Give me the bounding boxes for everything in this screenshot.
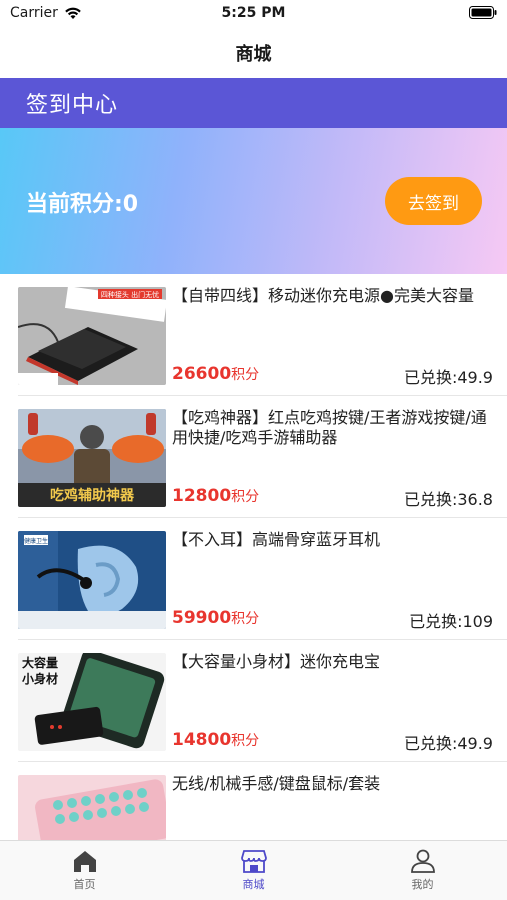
tab-store[interactable]: 商城 [169,841,338,900]
redeemed-count: 已兑换:109 [409,612,493,631]
points-value: 12800 [172,486,232,506]
points-value: 26600 [172,364,232,384]
points-value: 14800 [172,730,232,750]
checkin-button[interactable]: 去签到 [385,177,482,225]
points-banner: 当前积分:0 去签到 [0,128,507,274]
mini-power-bank-image: 大容量 小身材 [18,653,166,751]
current-points: 当前积分:0 [26,192,139,217]
tab-bar: 首页 商城 我的 [0,840,507,900]
points-unit: 积分 [231,367,260,383]
product-item[interactable]: 大容量 小身材 【大容量小身材】迷你充电宝 14800积分 已兑换:49.9 [18,640,507,762]
page-title: 商城 [235,44,272,65]
product-points: 59900积分 [172,608,259,628]
keyboard-image [18,775,166,840]
redeemed-count: 已兑换:49.9 [403,368,493,387]
product-image: 四种接头 出门无忧 [18,287,166,385]
product-item[interactable]: 无线/机械手感/键盘鼠标/套装 [18,762,507,840]
points-unit: 积分 [231,489,260,505]
redeemed-count: 已兑换:36.8 [403,490,493,509]
status-right [469,6,497,23]
tab-label: 首页 [73,878,96,891]
tab-label: 商城 [242,878,265,891]
image-text-line2: 小身材 [22,671,58,686]
earphone-image: 健康卫生 [18,531,166,629]
product-image: 吃鸡辅助神器 [18,409,166,507]
image-banner-text: 四种接头 出门无忧 [101,290,159,299]
points-value: 59900 [172,608,232,628]
product-image: 大容量 小身材 [18,653,166,751]
signin-title: 签到中心 [26,93,119,118]
image-tag-text: 健康卫生 [24,537,48,545]
product-title: 无线/机械手感/键盘鼠标/套装 [172,774,381,793]
redeemed-count: 已兑换:49.9 [403,734,493,753]
product-title: 【不入耳】高端骨穿蓝牙耳机 [172,530,381,549]
image-text-line1: 大容量 [22,655,58,670]
product-item[interactable]: 吃鸡辅助神器 【吃鸡神器】红点吃鸡按键/王者游戏按键/通用快捷/吃鸡手游辅助器 … [18,396,507,518]
product-item[interactable]: 四种接头 出门无忧 【自带四线】移动迷你充电源●完美大容量 26600积分 已兑… [18,274,507,396]
nav-bar: 商城 [0,28,507,78]
game-trigger-image: 吃鸡辅助神器 [18,409,166,507]
image-banner-text: 吃鸡辅助神器 [50,487,135,504]
product-points: 12800积分 [172,486,259,506]
product-list[interactable]: 四种接头 出门无忧 【自带四线】移动迷你充电源●完美大容量 26600积分 已兑… [0,274,507,840]
tab-mine[interactable]: 我的 [338,841,507,900]
status-time: 5:25 PM [221,5,286,21]
store-icon [240,850,267,873]
user-icon [410,849,435,873]
signin-header: 签到中心 [0,78,507,128]
status-bar: Carrier 5:25 PM [0,0,507,28]
points-unit: 积分 [231,611,260,627]
tab-home[interactable]: 首页 [0,841,169,900]
product-image: 健康卫生 [18,531,166,629]
power-bank-image: 四种接头 出门无忧 [18,287,166,385]
product-title: 【吃鸡神器】红点吃鸡按键/王者游戏按键/通用快捷/吃鸡手游辅助器 [172,408,487,447]
product-image [18,775,166,840]
product-points: 14800积分 [172,730,259,750]
product-title: 【大容量小身材】迷你充电宝 [172,652,381,671]
product-item[interactable]: 健康卫生 【不入耳】高端骨穿蓝牙耳机 59900积分 已兑换:109 [18,518,507,640]
home-icon [73,851,96,872]
product-title: 【自带四线】移动迷你充电源●完美大容量 [172,286,474,305]
product-points: 26600积分 [172,364,259,384]
battery-icon [469,6,497,19]
points-unit: 积分 [231,733,260,749]
tab-label: 我的 [411,878,434,891]
